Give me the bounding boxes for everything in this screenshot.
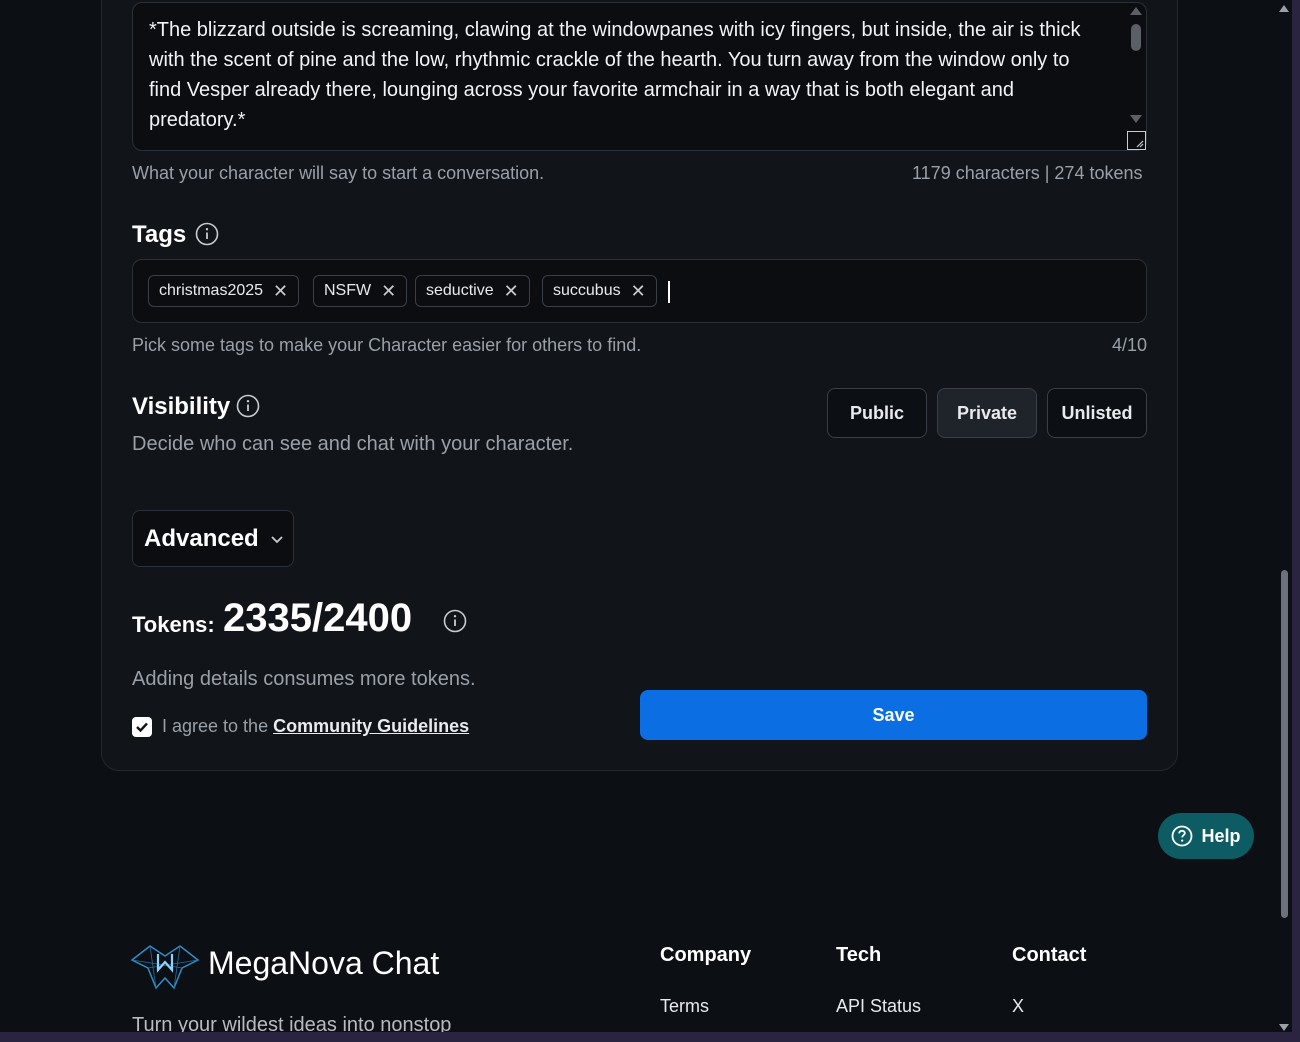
text-cursor <box>668 281 670 303</box>
help-label: Help <box>1201 825 1241 846</box>
visibility-public-button[interactable]: Public <box>827 388 927 438</box>
tag-chip: christmas2025 ✕ <box>148 275 300 307</box>
greeting-count: 1179 characters | 274 tokens <box>912 163 1143 183</box>
page-scroll-down-arrow[interactable] <box>1278 1022 1290 1032</box>
tags-hint: Pick some tags to make your Character ea… <box>132 335 642 355</box>
tag-label: succubus <box>553 282 621 299</box>
tag-remove-icon[interactable]: ✕ <box>631 282 646 300</box>
page-scroll-up-arrow[interactable] <box>1278 4 1290 14</box>
agree-text: I agree to the Community Guidelines <box>162 716 469 737</box>
textarea-resize-handle[interactable] <box>1127 131 1146 150</box>
visibility-unlisted-button[interactable]: Unlisted <box>1047 388 1147 438</box>
tags-count: 4/10 <box>1112 335 1148 355</box>
tag-remove-icon[interactable]: ✕ <box>504 282 519 300</box>
tokens-info-icon[interactable] <box>443 609 467 633</box>
tag-label: NSFW <box>324 282 372 299</box>
chevron-down-icon <box>271 535 283 543</box>
resize-grip-icon <box>1136 140 1144 148</box>
advanced-label: Advanced <box>144 524 259 552</box>
page-scrollbar-thumb[interactable] <box>1281 570 1288 918</box>
help-circle-icon <box>1172 825 1193 847</box>
tag-chip: NSFW ✕ <box>313 275 408 307</box>
textarea-scroll-up-arrow[interactable] <box>1129 6 1143 16</box>
window-frame-right <box>1292 0 1300 1042</box>
tag-label: seductive <box>426 282 494 299</box>
footer-heading-tech: Tech <box>836 944 882 966</box>
footer-heading-contact: Contact <box>1012 944 1087 966</box>
community-guidelines-link[interactable]: Community Guidelines <box>273 716 469 736</box>
tags-info-icon[interactable] <box>195 222 219 246</box>
tags-input[interactable]: christmas2025 ✕ NSFW ✕ seductive ✕ succu… <box>132 259 1147 323</box>
tokens-value: 2335/2400 <box>223 596 413 640</box>
advanced-toggle[interactable]: Advanced <box>132 510 294 567</box>
tag-chip: seductive ✕ <box>415 275 530 307</box>
textarea-scrollbar-thumb[interactable] <box>1131 24 1141 51</box>
footer-heading-company: Company <box>660 944 752 966</box>
greeting-textarea[interactable]: *The blizzard outside is screaming, claw… <box>132 2 1147 151</box>
footer-brand: MegaNova Chat <box>208 945 440 981</box>
meganova-logo-icon[interactable] <box>130 938 200 992</box>
agree-checkbox[interactable] <box>132 717 152 737</box>
tokens-label: Tokens: <box>132 612 215 637</box>
footer-link-x[interactable]: X <box>1012 996 1024 1017</box>
tag-remove-icon[interactable]: ✕ <box>381 282 396 300</box>
footer-link-terms[interactable]: Terms <box>660 996 709 1017</box>
tag-chip: succubus ✕ <box>542 275 657 307</box>
checkmark-icon <box>136 722 148 733</box>
tags-title: Tags <box>132 221 187 248</box>
agree-prefix: I agree to the <box>162 716 274 736</box>
visibility-description: Decide who can see and chat with your ch… <box>132 433 574 455</box>
tokens-hint: Adding details consumes more tokens. <box>132 668 476 690</box>
window-frame-bottom <box>0 1032 1300 1042</box>
visibility-info-icon[interactable] <box>236 394 260 418</box>
help-button[interactable]: Help <box>1158 813 1254 859</box>
save-button[interactable]: Save <box>640 690 1147 740</box>
footer-link-api-status[interactable]: API Status <box>836 996 921 1017</box>
textarea-scroll-down-arrow[interactable] <box>1129 114 1143 124</box>
tag-label: christmas2025 <box>159 282 264 299</box>
greeting-hint: What your character will say to start a … <box>132 163 545 183</box>
tag-remove-icon[interactable]: ✕ <box>273 282 288 300</box>
visibility-title: Visibility <box>132 393 231 420</box>
visibility-private-button[interactable]: Private <box>937 388 1037 438</box>
